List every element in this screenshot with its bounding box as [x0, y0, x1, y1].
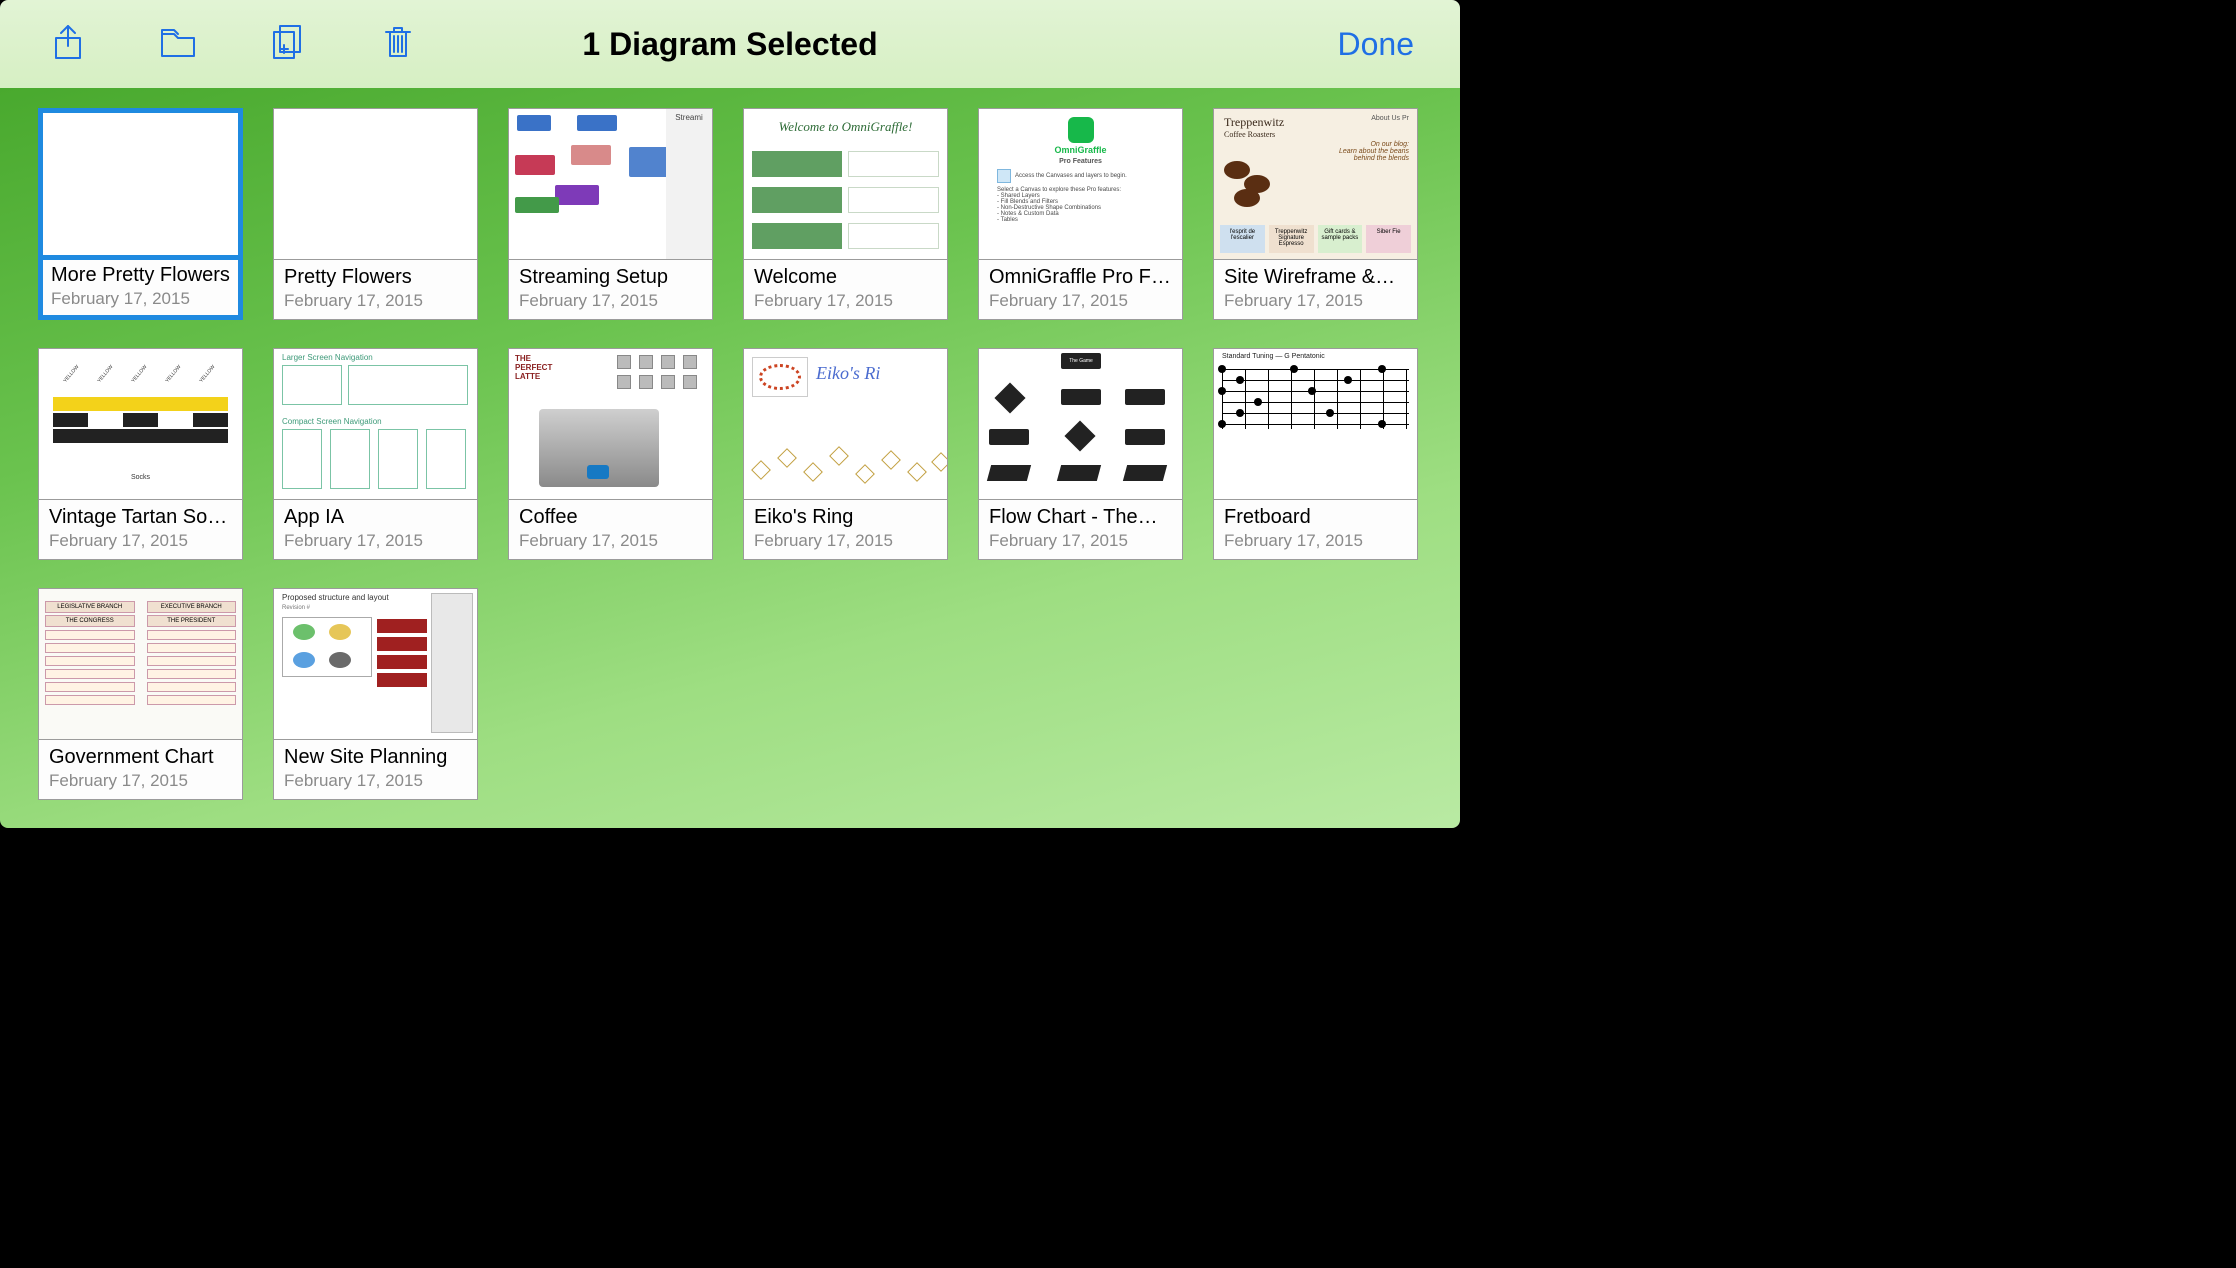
document-thumbnail: Eiko's Ri [743, 348, 948, 500]
document-date: February 17, 2015 [754, 291, 937, 311]
document-date: February 17, 2015 [989, 291, 1172, 311]
document-card[interactable]: Eiko's RiEiko's RingFebruary 17, 2015 [743, 348, 948, 560]
document-thumbnail: THEPERFECTLATTE [508, 348, 713, 500]
document-thumbnail [273, 108, 478, 260]
document-title: Flow Chart - The… [989, 506, 1172, 529]
document-info: Flow Chart - The…February 17, 2015 [978, 500, 1183, 560]
document-date: February 17, 2015 [754, 531, 937, 551]
document-title: Vintage Tartan So… [49, 506, 232, 529]
toolbar-icon-group [46, 22, 420, 66]
document-thumbnail: The Game [978, 348, 1183, 500]
document-date: February 17, 2015 [519, 531, 702, 551]
document-title: Site Wireframe &… [1224, 266, 1407, 289]
document-info: Streaming SetupFebruary 17, 2015 [508, 260, 713, 320]
document-card[interactable]: Proposed structure and layoutRevision #N… [273, 588, 478, 800]
folder-button[interactable] [156, 22, 200, 66]
document-date: February 17, 2015 [1224, 531, 1407, 551]
document-date: February 17, 2015 [519, 291, 702, 311]
document-info: Eiko's RingFebruary 17, 2015 [743, 500, 948, 560]
share-button[interactable] [46, 22, 90, 66]
document-thumbnail: YELLOWYELLOWYELLOWYELLOWYELLOWSocks [38, 348, 243, 500]
document-title: OmniGraffle Pro F… [989, 266, 1172, 289]
document-title: Government Chart [49, 746, 232, 769]
document-thumbnail: Larger Screen NavigationCompact Screen N… [273, 348, 478, 500]
document-info: Pretty FlowersFebruary 17, 2015 [273, 260, 478, 320]
document-card[interactable]: LEGISLATIVE BRANCHTHE CONGRESSEXECUTIVE … [38, 588, 243, 800]
document-title: Streaming Setup [519, 266, 702, 289]
document-date: February 17, 2015 [1224, 291, 1407, 311]
folder-icon [158, 22, 198, 67]
document-info: FretboardFebruary 17, 2015 [1213, 500, 1418, 560]
duplicate-icon [268, 22, 308, 67]
duplicate-button[interactable] [266, 22, 310, 66]
document-card[interactable]: Standard Tuning — G PentatonicFretboardF… [1213, 348, 1418, 560]
document-title: Pretty Flowers [284, 266, 467, 289]
document-thumbnail: Standard Tuning — G Pentatonic [1213, 348, 1418, 500]
document-card[interactable]: YELLOWYELLOWYELLOWYELLOWYELLOWSocksVinta… [38, 348, 243, 560]
document-info: WelcomeFebruary 17, 2015 [743, 260, 948, 320]
document-info: OmniGraffle Pro F…February 17, 2015 [978, 260, 1183, 320]
done-button[interactable]: Done [1338, 26, 1415, 63]
document-title: Eiko's Ring [754, 506, 937, 529]
document-card[interactable]: Welcome to OmniGraffle!WelcomeFebruary 1… [743, 108, 948, 320]
document-date: February 17, 2015 [284, 771, 467, 791]
document-thumbnail [38, 108, 243, 260]
document-thumbnail: OmniGrafflePro FeaturesAccess the Canvas… [978, 108, 1183, 260]
document-date: February 17, 2015 [989, 531, 1172, 551]
document-date: February 17, 2015 [49, 531, 232, 551]
document-info: CoffeeFebruary 17, 2015 [508, 500, 713, 560]
document-date: February 17, 2015 [49, 771, 232, 791]
document-card[interactable]: OmniGrafflePro FeaturesAccess the Canvas… [978, 108, 1183, 320]
document-grid: More Pretty FlowersFebruary 17, 2015Pret… [38, 108, 1422, 800]
document-title: Fretboard [1224, 506, 1407, 529]
document-thumbnail: Streami [508, 108, 713, 260]
delete-button[interactable] [376, 22, 420, 66]
trash-icon [378, 22, 418, 67]
document-date: February 17, 2015 [284, 291, 467, 311]
document-info: New Site PlanningFebruary 17, 2015 [273, 740, 478, 800]
document-info: Site Wireframe &…February 17, 2015 [1213, 260, 1418, 320]
share-icon [48, 22, 88, 67]
document-date: February 17, 2015 [284, 531, 467, 551]
document-card[interactable]: Larger Screen NavigationCompact Screen N… [273, 348, 478, 560]
document-info: More Pretty FlowersFebruary 17, 2015 [38, 260, 243, 320]
document-title: New Site Planning [284, 746, 467, 769]
document-title: More Pretty Flowers [51, 264, 230, 287]
document-title: Welcome [754, 266, 937, 289]
document-thumbnail: LEGISLATIVE BRANCHTHE CONGRESSEXECUTIVE … [38, 588, 243, 740]
document-title: Coffee [519, 506, 702, 529]
document-info: Government ChartFebruary 17, 2015 [38, 740, 243, 800]
document-card[interactable]: TreppenwitzCoffee RoastersAbout Us PrOn … [1213, 108, 1418, 320]
page-title: 1 Diagram Selected [582, 26, 877, 63]
toolbar: 1 Diagram Selected Done [0, 0, 1460, 88]
document-card[interactable]: The GameFlow Chart - The…February 17, 20… [978, 348, 1183, 560]
document-info: Vintage Tartan So…February 17, 2015 [38, 500, 243, 560]
document-thumbnail: Welcome to OmniGraffle! [743, 108, 948, 260]
document-card[interactable]: Pretty FlowersFebruary 17, 2015 [273, 108, 478, 320]
document-card[interactable]: More Pretty FlowersFebruary 17, 2015 [38, 108, 243, 320]
document-title: App IA [284, 506, 467, 529]
document-stage: More Pretty FlowersFebruary 17, 2015Pret… [0, 88, 1460, 828]
document-thumbnail: Proposed structure and layoutRevision # [273, 588, 478, 740]
document-date: February 17, 2015 [51, 289, 230, 309]
document-card[interactable]: StreamiStreaming SetupFebruary 17, 2015 [508, 108, 713, 320]
document-card[interactable]: THEPERFECTLATTECoffeeFebruary 17, 2015 [508, 348, 713, 560]
document-thumbnail: TreppenwitzCoffee RoastersAbout Us PrOn … [1213, 108, 1418, 260]
document-info: App IAFebruary 17, 2015 [273, 500, 478, 560]
